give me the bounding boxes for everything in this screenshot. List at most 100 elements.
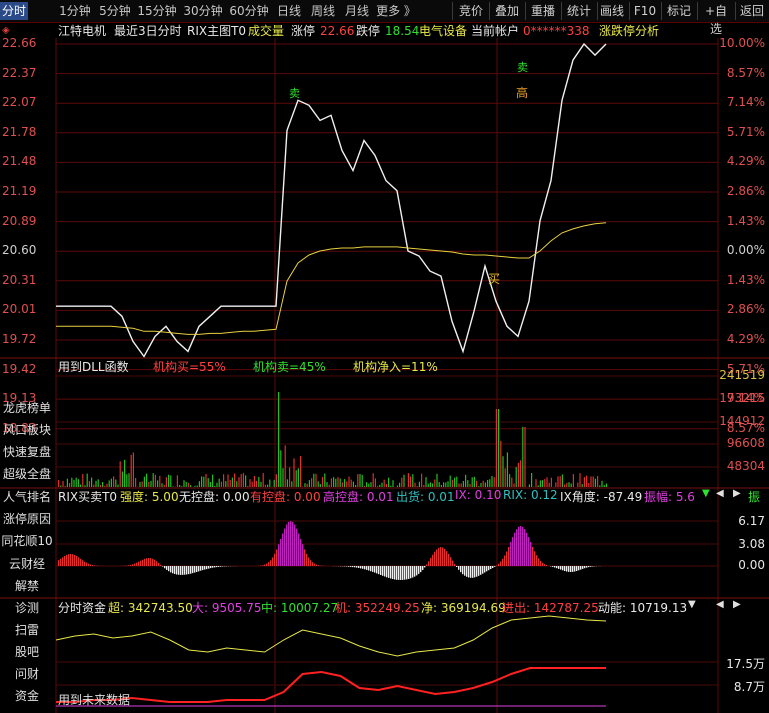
rix-bar (218, 566, 220, 567)
sidebar-item-ask-finance[interactable]: 问财 (0, 664, 54, 684)
volume-bar (286, 479, 288, 487)
volume-bar (555, 482, 557, 487)
rix-bar (216, 566, 218, 568)
sidebar-item-wind-sector[interactable]: 风口板块 (0, 420, 54, 440)
volume-bar (359, 474, 361, 487)
sidebar-item-mine-scan[interactable]: 扫雷 (0, 620, 54, 640)
chevron-down-icon[interactable]: ▼ (702, 488, 710, 499)
volume-bar (388, 477, 390, 487)
volume-bar (363, 485, 365, 487)
rix-bar (284, 528, 286, 566)
sidebar-item-cloud-finance[interactable]: 云财经 (0, 554, 54, 574)
volume-bar (121, 471, 123, 487)
volume-bar (196, 485, 198, 487)
volume-bar (293, 458, 295, 487)
volume-bar (377, 486, 379, 487)
rix-bar (478, 566, 480, 576)
volume-bar (242, 473, 244, 487)
volume-bar (597, 476, 599, 487)
rix-bar (558, 566, 560, 569)
volume-bar (280, 450, 282, 487)
chevron-right-icon[interactable]: ▶ (733, 488, 741, 499)
volume-bar (462, 481, 464, 487)
rix-bar (430, 558, 432, 566)
volume-bar (586, 475, 588, 487)
volume-bar (190, 485, 192, 487)
rix-axis-label: 3.08 (738, 537, 765, 551)
rix-bar (164, 566, 166, 569)
rix-bar (466, 566, 468, 577)
rix-high-control: 高控盘: 0.01 (323, 490, 394, 504)
chevron-left-icon[interactable]: ◀ (716, 488, 724, 499)
rix-bar (66, 554, 68, 566)
volume-bar (324, 473, 326, 487)
volume-bar (73, 480, 75, 487)
volume-bar (379, 484, 381, 487)
rix-bar (152, 558, 154, 566)
sidebar-item-limit-reason[interactable]: 涨停原因 (0, 509, 54, 529)
volume-bar (451, 479, 453, 487)
rix-bar (314, 563, 316, 566)
sidebar-item-funds[interactable]: 资金 (0, 686, 54, 706)
volume-bar (229, 480, 231, 487)
volume-bar (352, 481, 354, 487)
rix-bar (182, 566, 184, 575)
sidebar-item-ths10[interactable]: 同花顺10 (0, 531, 54, 551)
rix-bar (268, 562, 270, 566)
volume-bar (473, 476, 475, 487)
volume-bar (392, 480, 394, 487)
volume-bar (273, 479, 275, 487)
volume-axis-label: 48304 (726, 459, 765, 473)
volume-bar (339, 478, 341, 487)
fund-momentum: 动能: 10719.13 (598, 601, 688, 615)
volume-bar (245, 475, 247, 487)
rix-bar (300, 539, 302, 566)
volume-bar (108, 480, 110, 487)
chevron-right-icon[interactable]: ▶ (733, 599, 741, 610)
price-axis-label: 20.89 (2, 213, 37, 228)
rix-bar (420, 566, 422, 573)
rix-bar (392, 566, 394, 579)
volume-bar (476, 480, 478, 487)
rix-bar (448, 553, 450, 566)
fund-name[interactable]: 分时资金 (58, 599, 106, 616)
volume-bar (130, 454, 132, 487)
rix-bar (298, 533, 300, 566)
volume-bar (511, 477, 513, 487)
rix-bar (282, 533, 284, 566)
volume-bar (141, 481, 143, 487)
sidebar-item-unlock[interactable]: 解禁 (0, 576, 54, 596)
volume-bar (570, 483, 572, 487)
volume-bar (445, 482, 447, 487)
rix-bar (192, 566, 194, 574)
rix-bar (260, 565, 262, 566)
sidebar-item-forum[interactable]: 股吧 (0, 642, 54, 662)
volume-bar (504, 468, 506, 487)
rix-bar (428, 561, 430, 566)
rix-bar (68, 554, 70, 566)
sidebar-item-quick-review[interactable]: 快速复盘 (0, 442, 54, 462)
volume-bar (370, 482, 372, 487)
chevron-down-icon[interactable]: ▼ (688, 599, 696, 610)
volume-bar (225, 481, 227, 487)
rix-bar (128, 565, 130, 566)
fund-flow: 进出: 142787.25 (502, 601, 599, 615)
rix-bar (278, 544, 280, 566)
rix-bar (138, 561, 140, 566)
rix-no-control: 无控盘: 0.00 (179, 490, 250, 504)
sidebar-item-dragon-tiger[interactable]: 龙虎榜单 (0, 398, 54, 418)
rix-bar (346, 566, 348, 567)
sidebar-item-super-panel[interactable]: 超级全盘 (0, 464, 54, 484)
volume-bar (267, 484, 269, 487)
volume-bar (240, 474, 242, 487)
sidebar-item-diagnose[interactable]: 诊测 (0, 598, 54, 618)
price-axis-label: 22.37 (2, 65, 37, 80)
rix-bar (380, 566, 382, 575)
sidebar-item-popularity[interactable]: 人气排名 (0, 487, 54, 507)
volume-bar (143, 476, 145, 487)
rix-name[interactable]: RIX买卖T0 (58, 488, 117, 505)
volume-axis-label: 144912 (719, 414, 765, 428)
volume-bar (179, 485, 181, 487)
chevron-left-icon[interactable]: ◀ (716, 599, 724, 610)
fund-axis-label: 17.5万 (726, 657, 765, 671)
